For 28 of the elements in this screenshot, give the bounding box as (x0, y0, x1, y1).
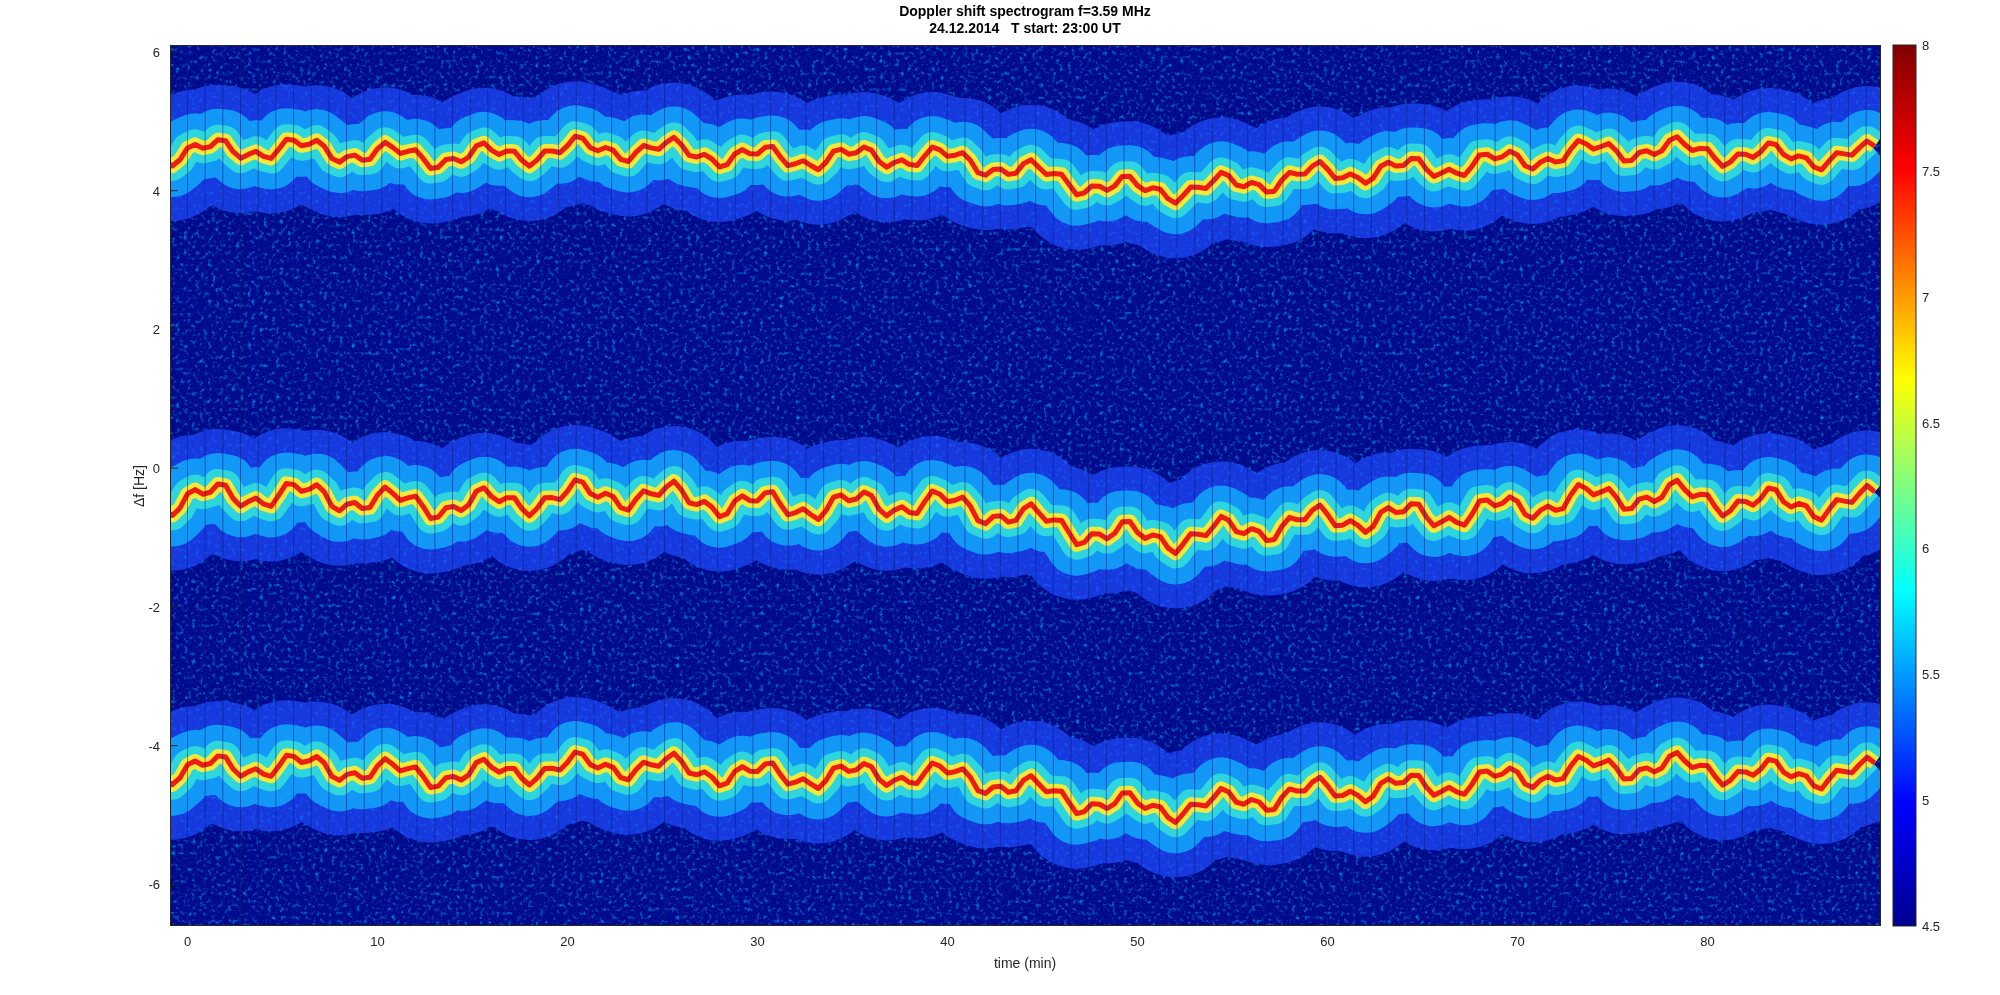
tick-label: 4 (152, 183, 160, 199)
tick-label: -4 (148, 738, 160, 754)
tick-label: 60 (1320, 934, 1335, 949)
tick-label: 5.5 (1922, 667, 1941, 683)
tick-label: -6 (148, 877, 160, 893)
axis-label: Δf [Hz] (131, 465, 147, 507)
tick-label: 10 (370, 934, 385, 949)
tick-label: 6.5 (1922, 415, 1941, 431)
tick-label: 80 (1700, 934, 1715, 949)
tick-label: 50 (1130, 934, 1145, 949)
tick-label: -2 (148, 599, 160, 615)
tick-label: 7.5 (1922, 163, 1941, 179)
tick-label: 20 (560, 934, 575, 949)
tick-label: 2 (152, 322, 160, 338)
tick-label: 0 (183, 934, 192, 949)
tick-label: 6 (152, 44, 160, 60)
tick-label: 30 (750, 934, 765, 949)
plot-title: Doppler shift spectrogram f=3.59 MHz (899, 3, 1151, 19)
tick-label: 5 (1922, 793, 1930, 809)
tick-label: 7 (1922, 289, 1930, 305)
tick-label: 40 (940, 934, 955, 949)
plot-title: 24.12.2014 T start: 23:00 UT (929, 20, 1121, 36)
tick-label: 6 (1922, 541, 1930, 557)
axis-label: time (min) (993, 955, 1057, 971)
tick-label: 70 (1510, 934, 1525, 949)
tick-label: 8 (1922, 38, 1930, 53)
tick-label: 0 (152, 461, 160, 477)
tick-label: 4.5 (1922, 919, 1941, 934)
